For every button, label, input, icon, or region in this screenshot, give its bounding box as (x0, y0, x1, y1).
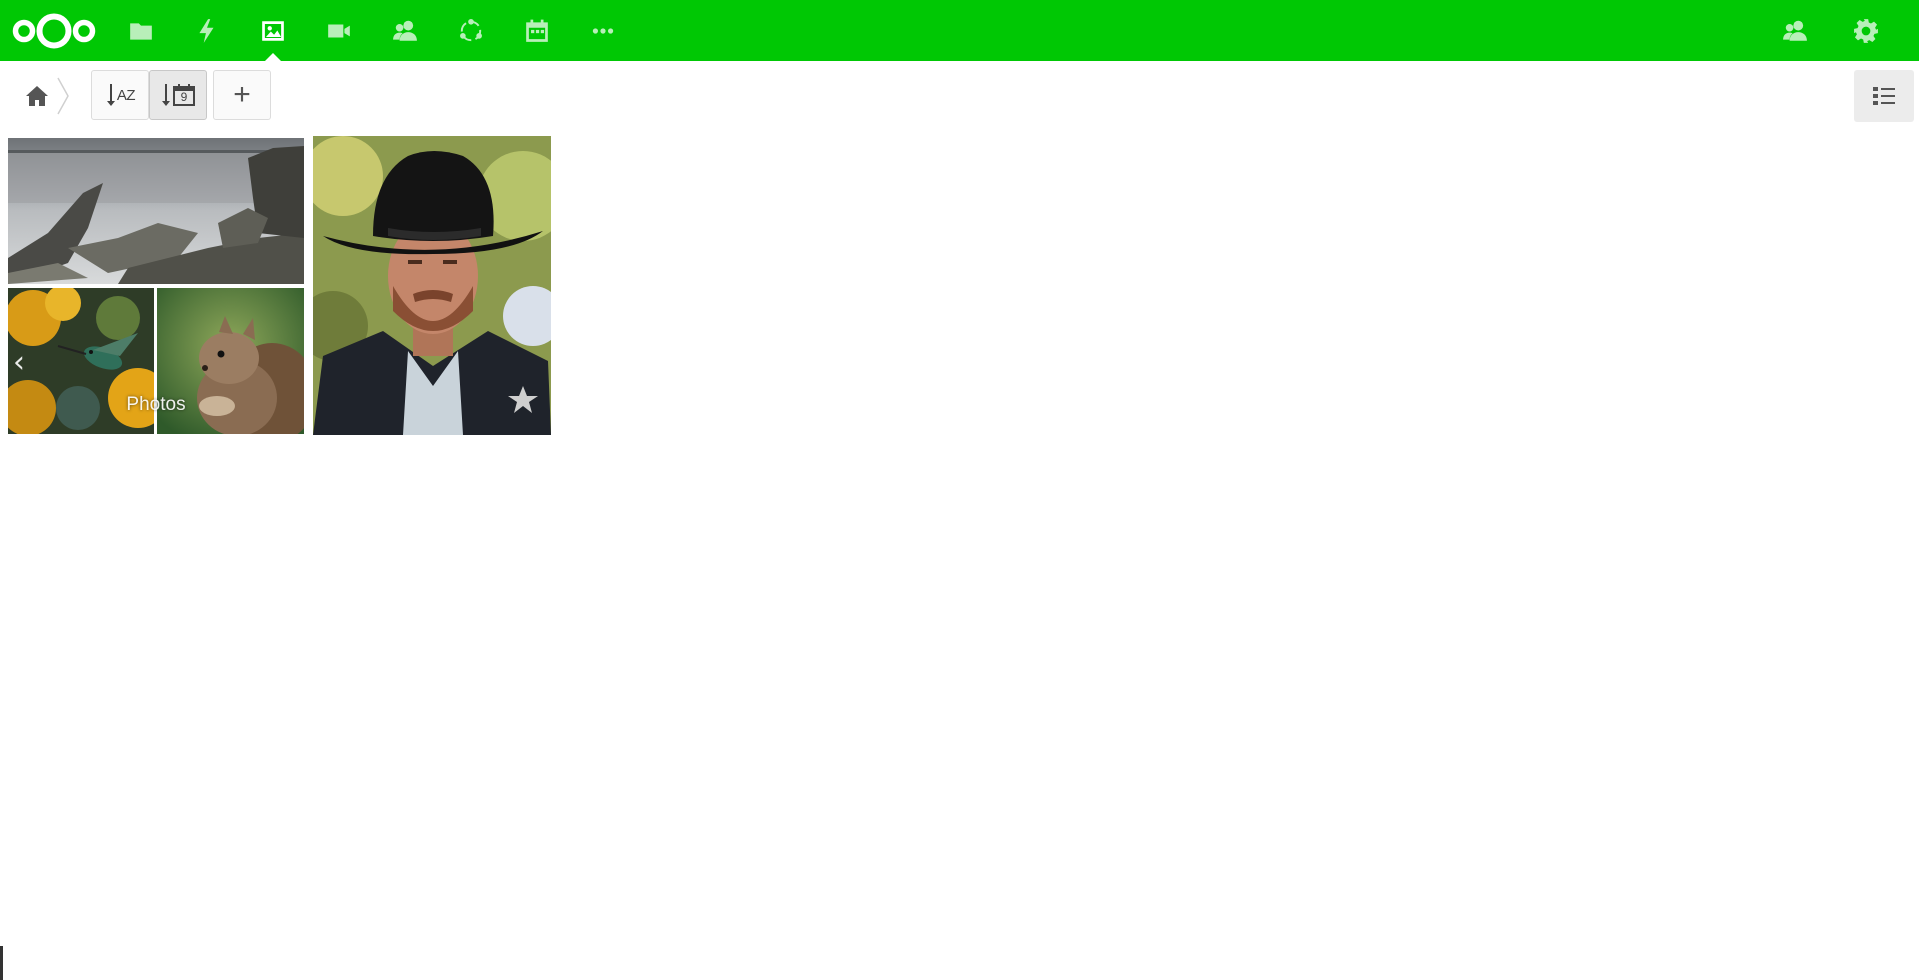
album-label: Photos (126, 394, 186, 415)
more-icon (592, 27, 614, 34)
contacts-icon (393, 20, 417, 41)
folder-icon (130, 22, 152, 40)
video-icon (328, 24, 350, 37)
plus-icon: + (233, 78, 251, 111)
home-icon (26, 86, 48, 106)
nav-contacts[interactable] (372, 0, 438, 61)
nav-gallery[interactable] (240, 0, 306, 61)
album-thumb-rocky-coast (8, 138, 304, 284)
album-photos[interactable]: ‹ Photos (7, 136, 305, 436)
contacts-icon (1783, 20, 1807, 41)
contacts-menu-button[interactable] (1762, 0, 1828, 61)
controls-bar: AZ 9 + (0, 61, 1919, 127)
list-icon (1873, 87, 1895, 105)
gear-icon (1854, 18, 1878, 43)
circles-icon (460, 18, 482, 41)
sort-by-date-button[interactable]: 9 (149, 70, 207, 120)
cowboy-portrait-image (313, 136, 551, 435)
breadcrumb-home[interactable] (20, 79, 54, 113)
sort-date-label: 9 (180, 90, 188, 104)
image-icon (262, 20, 284, 41)
app-header (0, 0, 1919, 61)
nextcloud-logo[interactable] (8, 8, 100, 54)
chevron-left-icon: ‹ (13, 345, 25, 380)
sort-down-arrow-icon (106, 84, 115, 106)
nav-circles[interactable] (438, 0, 504, 61)
nav-files[interactable] (108, 0, 174, 61)
settings-menu-button[interactable] (1833, 0, 1899, 61)
nav-more[interactable] (570, 0, 636, 61)
sort-name-label: AZ (116, 86, 136, 104)
photo-cowboy-portrait[interactable] (313, 136, 551, 435)
nav-calendar[interactable] (504, 0, 570, 61)
add-button[interactable]: + (213, 70, 271, 120)
breadcrumb-separator (56, 77, 70, 115)
calendar-sort-icon: 9 (172, 83, 196, 107)
window-edge-marker (0, 946, 3, 980)
lightning-icon (199, 18, 214, 43)
nav-activity[interactable] (174, 0, 240, 61)
sort-down-arrow-icon (162, 84, 170, 106)
nav-talk[interactable] (306, 0, 372, 61)
calendar-icon (526, 19, 548, 42)
sort-by-name-button[interactable]: AZ (91, 70, 149, 120)
view-toggle-button[interactable] (1854, 70, 1914, 122)
